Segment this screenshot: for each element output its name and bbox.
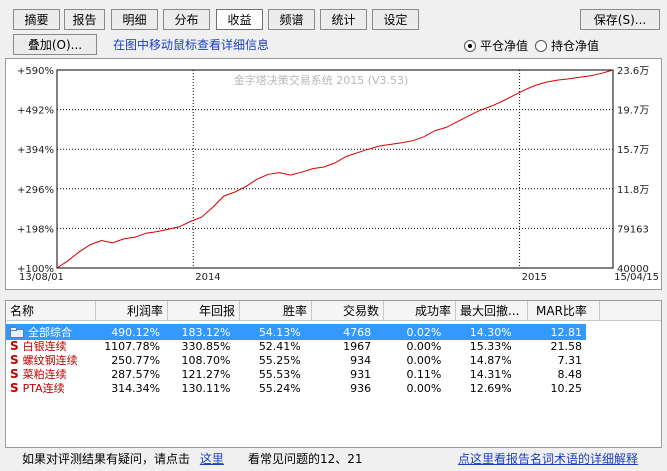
y-tick-right: 23.6万 <box>617 66 649 77</box>
y-tick-right: 19.7万 <box>617 106 649 117</box>
equity-chart[interactable]: 金字塔决策交易系统 2015 (V3.53) +590% 23.6万 +492% 19… <box>5 58 662 290</box>
y-tick-right: 15.7万 <box>617 145 649 156</box>
watermark-text: 金字塔决策交易系统 2015 (V3.53) <box>234 73 409 87</box>
cell-drawdown: 12.69% <box>469 381 512 395</box>
row-name-label: PTA连续 <box>22 382 65 395</box>
tab-report[interactable]: 报告 <box>64 9 105 30</box>
header-drawdown[interactable]: 最大回撤... <box>456 301 528 321</box>
cell-mar: 10.25 <box>550 381 583 395</box>
radio-open-equity[interactable]: 持仓净值 <box>535 37 599 54</box>
header-win[interactable]: 胜率 <box>240 301 312 321</box>
cell-annual: 130.11% <box>181 381 231 395</box>
save-button[interactable]: 保存(S)... <box>580 9 660 30</box>
strategy-icon: S <box>10 381 19 395</box>
footer-here-link[interactable]: 这里 <box>200 452 224 466</box>
y-tick-left: +590% <box>17 66 54 77</box>
footer-question-text: 如果对评测结果有疑问，请点击 <box>22 452 191 466</box>
folder-icon <box>10 326 24 338</box>
header-mar[interactable]: MAR比率 <box>528 301 600 321</box>
header-profit[interactable]: 利润率 <box>96 301 168 321</box>
tab-distribution[interactable]: 分布 <box>163 9 210 30</box>
cell-name: S PTA连续 <box>6 380 94 396</box>
y-tick-left: +296% <box>17 185 54 196</box>
x-tick-start: 13/08/01 <box>19 272 64 283</box>
cell-profit: 314.34% <box>111 381 161 395</box>
strategy-icon: S <box>10 339 19 353</box>
y-tick-right: 11.8万 <box>617 185 649 196</box>
tab-returns[interactable]: 收益 <box>216 9 263 30</box>
cell-success: 0.00% <box>406 381 442 395</box>
radio-closed-equity-label: 平仓净值 <box>480 39 529 53</box>
y-tick-left: +394% <box>17 145 54 156</box>
strategy-icon: S <box>10 353 19 367</box>
footer-glossary-link[interactable]: 点这里看报告名词术语的详细解释 <box>458 452 638 466</box>
hint-text: 在图中移动鼠标查看详细信息 <box>113 38 270 52</box>
x-tick-year: 2015 <box>522 272 547 283</box>
overlay-button[interactable]: 叠加(O)... <box>13 34 97 55</box>
strategy-icon: S <box>10 367 19 381</box>
table-header: 名称 利润率 年回报 胜率 交易数 成功率 最大回撤... MAR比率 <box>6 301 661 321</box>
footer-faq-text: 看常见问题的12、21 <box>248 452 363 466</box>
header-name[interactable]: 名称 <box>6 301 96 321</box>
footer-faq: 看常见问题的12、21 <box>248 450 363 467</box>
tab-settings[interactable]: 设定 <box>372 9 419 30</box>
results-table: 名称 利润率 年回报 胜率 交易数 成功率 最大回撤... MAR比率 全部综合… <box>5 300 662 448</box>
y-tick-left: +492% <box>17 106 54 117</box>
x-tick-year: 2014 <box>195 272 220 283</box>
header-trades[interactable]: 交易数 <box>312 301 384 321</box>
header-success[interactable]: 成功率 <box>384 301 456 321</box>
footer-question: 如果对评测结果有疑问，请点击 这里 <box>22 450 224 467</box>
radio-open-equity-label: 持仓净值 <box>551 39 600 53</box>
tab-summary[interactable]: 摘要 <box>13 9 60 30</box>
plot-area <box>56 69 614 269</box>
header-annual[interactable]: 年回报 <box>168 301 240 321</box>
y-tick-right: 79163 <box>617 224 649 235</box>
cell-win: 55.24% <box>258 381 301 395</box>
table-row[interactable]: S PTA连续 314.34% 130.11% 55.24% 936 0.00% 12.69%… <box>6 380 586 396</box>
y-tick-left: +198% <box>17 224 54 235</box>
footer-glossary: 点这里看报告名词术语的详细解释 <box>458 450 638 467</box>
x-tick-end: 15/04/15 <box>614 272 659 283</box>
tab-spectrum[interactable]: 频谱 <box>268 9 315 30</box>
tab-statistics[interactable]: 统计 <box>320 9 367 30</box>
radio-closed-equity[interactable]: 平仓净值 <box>464 37 528 54</box>
radio-unchecked-icon[interactable] <box>535 39 547 52</box>
equity-chart-svg[interactable]: 金字塔决策交易系统 2015 (V3.53) +590% 23.6万 +492% 19… <box>6 59 661 289</box>
cell-trades: 936 <box>350 381 372 395</box>
radio-checked-icon[interactable] <box>464 39 476 52</box>
tab-detail[interactable]: 明细 <box>111 9 158 30</box>
header-filler <box>600 301 661 321</box>
